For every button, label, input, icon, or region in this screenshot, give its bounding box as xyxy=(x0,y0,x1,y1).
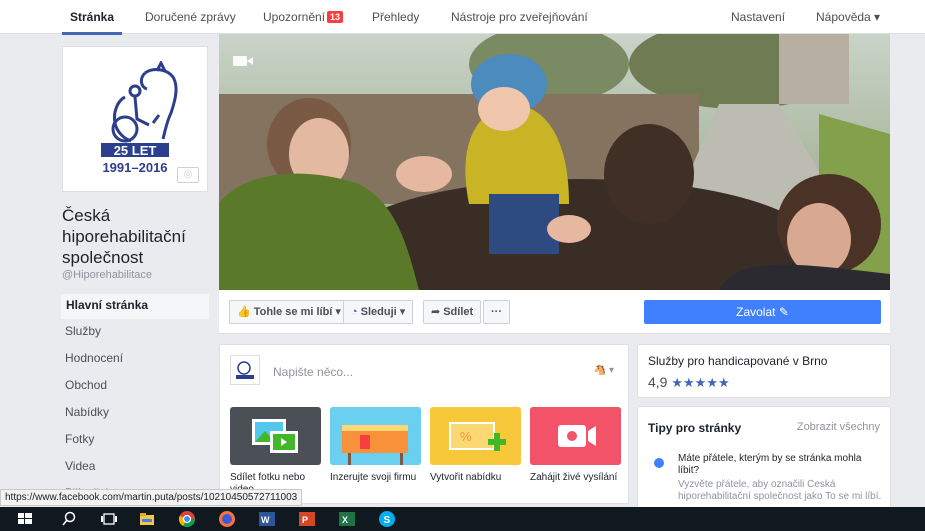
tab-settings[interactable]: Nastavení xyxy=(731,10,785,24)
svg-text:X: X xyxy=(342,515,348,525)
composer-input[interactable]: Napište něco... xyxy=(273,365,353,379)
svg-text:W: W xyxy=(261,515,270,525)
svg-text:%: % xyxy=(460,429,472,444)
share-button[interactable]: ➦ Sdílet xyxy=(423,300,482,324)
like-label: Tohle se mi líbí ▾ xyxy=(253,306,341,318)
share-arrow-icon: ➦ xyxy=(431,306,441,318)
photo-video-icon xyxy=(252,419,298,453)
offer-coupon-icon: % xyxy=(430,407,521,465)
tab-help[interactable]: Nápověda ▾ xyxy=(816,10,880,24)
tab-notifications-label: Upozornění xyxy=(263,10,326,24)
tile-advertise[interactable] xyxy=(330,407,421,465)
tile-create-offer[interactable]: % xyxy=(430,407,521,465)
status-bar-url: https://www.facebook.com/martin.puta/pos… xyxy=(0,489,303,506)
live-video-icon xyxy=(530,407,621,465)
powerpoint-icon[interactable]: P xyxy=(298,510,316,528)
sidebar-item-reviews[interactable]: Hodnocení xyxy=(60,347,210,374)
camera-icon[interactable]: ◎ xyxy=(177,167,199,183)
more-options-button[interactable]: ··· xyxy=(483,300,510,324)
profile-picture[interactable]: 25 LET 1991–2016 ◎ xyxy=(62,46,208,192)
like-button[interactable]: 👍 Tohle se mi líbí ▾ xyxy=(229,300,349,324)
services-title[interactable]: Služby pro handicapované v Brno xyxy=(648,354,827,368)
skype-icon[interactable]: S xyxy=(378,510,396,528)
tile-advertise-label[interactable]: Inzerujte svoji firmu xyxy=(330,472,425,504)
tab-inbox[interactable]: Doručené zprávy xyxy=(145,10,236,24)
excel-icon[interactable]: X xyxy=(338,510,356,528)
rating-value: 4,9 xyxy=(648,374,668,390)
svg-text:S: S xyxy=(384,515,391,526)
tab-publishing-tools[interactable]: Nástroje pro zveřejňování xyxy=(451,10,588,24)
avatar-small-icon: 🐴 xyxy=(593,365,607,376)
rss-icon: ◔ xyxy=(351,306,358,318)
sidebar-item-shop[interactable]: Obchod xyxy=(60,374,210,401)
search-icon[interactable] xyxy=(60,510,78,528)
sidebar-item-offers[interactable]: Nabídky xyxy=(60,401,210,428)
sidebar-item-photos[interactable]: Fotky xyxy=(60,428,210,455)
organization-logo: 25 LET 1991–2016 xyxy=(101,61,178,175)
lightbulb-icon xyxy=(654,458,664,468)
post-composer: Napište něco... 🐴 ▾ Sdílet fotku nebo vi… xyxy=(219,344,629,504)
logo-dates: 1991–2016 xyxy=(102,160,167,175)
cover-photo[interactable] xyxy=(219,34,890,290)
page-username[interactable]: @Hiporehabilitace xyxy=(62,269,152,281)
sidebar-item-home[interactable]: Hlavní stránka xyxy=(60,293,210,320)
thumbs-up-icon: 👍 xyxy=(237,306,251,318)
call-button[interactable]: Zavolat ✎ xyxy=(644,300,881,324)
sidebar-item-videos[interactable]: Videa xyxy=(60,455,210,482)
tips-title: Tipy pro stránky xyxy=(648,421,742,435)
post-as-selector[interactable]: 🐴 ▾ xyxy=(594,365,614,376)
word-icon[interactable]: W xyxy=(258,510,276,528)
tab-notifications[interactable]: Upozornění 13 xyxy=(263,10,344,24)
star-rating-icon: ★★★★★ xyxy=(671,375,730,390)
tip-description: Vyzvěte přátele, aby označili Česká hipo… xyxy=(678,479,882,502)
windows-start-icon[interactable] xyxy=(16,510,34,528)
rating: 4,9 ★★★★★ xyxy=(648,374,730,391)
services-card: Služby pro handicapované v Brno 4,9 ★★★★… xyxy=(637,344,891,398)
tab-page[interactable]: Stránka xyxy=(61,10,123,35)
see-all-link[interactable]: Zobrazit všechny xyxy=(797,421,880,433)
page-tips-card: Tipy pro stránky Zobrazit všechny Máte p… xyxy=(637,406,891,510)
tab-insights[interactable]: Přehledy xyxy=(372,10,419,24)
notification-badge: 13 xyxy=(327,11,344,23)
windows-taskbar: W P X S xyxy=(0,507,925,531)
page-action-bar: 👍 Tohle se mi líbí ▾ ◔ Sleduji ▾ ➦ Sdílet ·… xyxy=(219,290,890,334)
page-avatar xyxy=(230,355,260,385)
chrome-icon[interactable] xyxy=(178,510,196,528)
tip-question[interactable]: Máte přátele, kterým by se stránka mohla… xyxy=(678,453,878,477)
advertise-board-icon xyxy=(330,407,421,465)
tile-share-photo[interactable] xyxy=(230,407,321,465)
mini-logo-icon xyxy=(236,361,254,379)
tile-go-live-label[interactable]: Zahájit živé vysílání xyxy=(530,472,625,504)
page-title[interactable]: Česká hiporehabilitační společnost xyxy=(62,205,212,268)
svg-text:P: P xyxy=(302,515,308,525)
page-top-nav: Stránka Doručené zprávy Upozornění 13 Pře… xyxy=(0,0,925,35)
follow-label: Sleduji ▾ xyxy=(360,306,406,318)
task-view-icon[interactable] xyxy=(100,510,118,528)
cover-image xyxy=(219,34,890,290)
tile-go-live[interactable] xyxy=(530,407,621,465)
file-explorer-icon[interactable] xyxy=(138,510,156,528)
sidebar-item-services[interactable]: Služby xyxy=(60,320,210,347)
firefox-icon[interactable] xyxy=(218,510,236,528)
pencil-icon: ✎ xyxy=(778,305,789,319)
left-navigation: Hlavní stránka Služby Hodnocení Obchod N… xyxy=(60,293,210,509)
tile-create-offer-label[interactable]: Vytvořit nabídku xyxy=(430,472,525,504)
follow-button[interactable]: ◔ Sleduji ▾ xyxy=(343,300,414,324)
logo-years: 25 LET xyxy=(114,143,157,158)
call-label: Zavolat xyxy=(736,305,776,319)
share-label: Sdílet xyxy=(443,306,474,318)
